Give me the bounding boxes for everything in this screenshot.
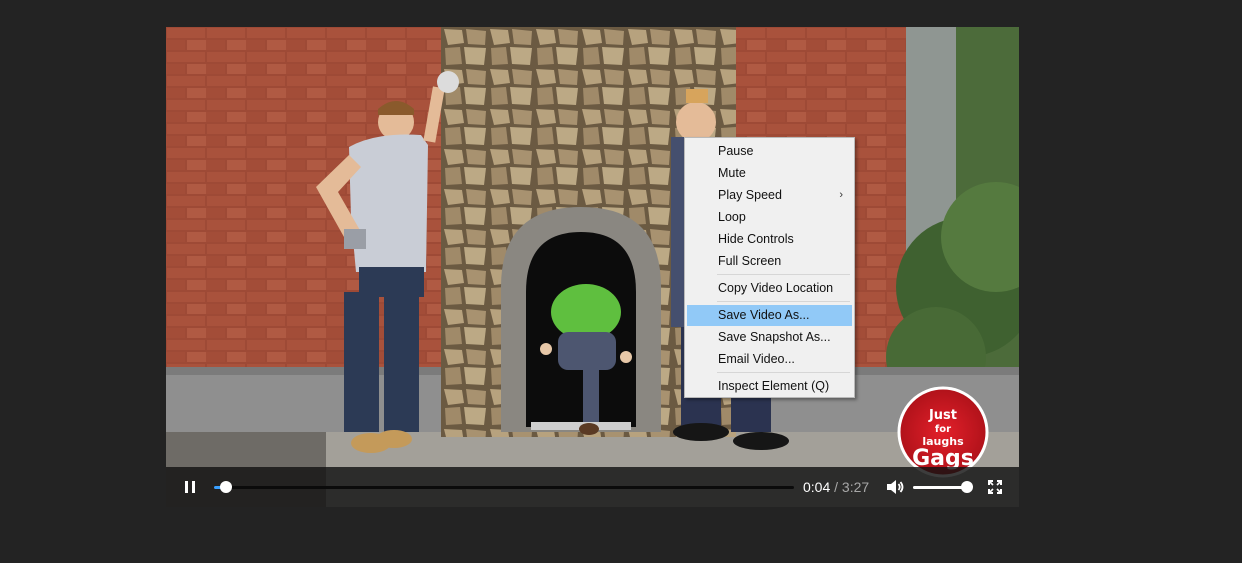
menu-item-play-speed[interactable]: Play Speed ›: [687, 185, 852, 206]
fullscreen-icon: [988, 480, 1002, 494]
progress-thumb[interactable]: [219, 481, 232, 493]
menu-label: Full Screen: [718, 254, 782, 268]
volume-fill: [913, 486, 967, 489]
menu-item-pause[interactable]: Pause: [687, 141, 852, 162]
menu-item-full-screen[interactable]: Full Screen: [687, 251, 852, 272]
menu-item-hide-controls[interactable]: Hide Controls: [687, 229, 852, 250]
chevron-right-icon: ›: [839, 189, 843, 201]
pause-button[interactable]: [178, 475, 202, 499]
menu-label: Mute: [718, 166, 746, 180]
menu-item-email-video[interactable]: Email Video...: [687, 349, 852, 370]
pause-icon: [185, 481, 195, 493]
logo-line2: for: [935, 424, 951, 435]
time-separator: /: [830, 479, 842, 495]
menu-item-copy-video-location[interactable]: Copy Video Location: [687, 278, 852, 299]
menu-label: Inspect Element (Q): [718, 379, 830, 393]
menu-label: Copy Video Location: [718, 281, 834, 295]
menu-item-inspect-element[interactable]: Inspect Element (Q): [687, 376, 852, 397]
progress-bar[interactable]: [214, 481, 794, 493]
menu-separator: [717, 372, 850, 373]
menu-item-save-snapshot-as[interactable]: Save Snapshot As...: [687, 327, 852, 348]
menu-item-mute[interactable]: Mute: [687, 163, 852, 184]
volume-slider[interactable]: [913, 481, 973, 493]
menu-item-save-video-as[interactable]: Save Video As...: [687, 305, 852, 326]
menu-item-loop[interactable]: Loop: [687, 207, 852, 228]
volume-thumb[interactable]: [960, 481, 973, 493]
logo-line1: Just: [928, 408, 957, 423]
volume-icon: [887, 480, 904, 494]
fullscreen-button[interactable]: [983, 475, 1007, 499]
video-controls: 0:04 / 3:27: [166, 467, 1019, 507]
menu-label: Hide Controls: [718, 232, 794, 246]
menu-label: Loop: [718, 210, 746, 224]
video-frame[interactable]: Just for laughs Gags: [166, 27, 1019, 507]
duration: 3:27: [841, 479, 870, 495]
video-player[interactable]: Just for laughs Gags 0:04 / 3:27: [166, 27, 1019, 507]
time-display: 0:04 / 3:27: [803, 479, 869, 495]
menu-separator: [717, 274, 850, 275]
menu-label: Play Speed: [718, 188, 782, 202]
menu-label: Email Video...: [718, 352, 795, 366]
menu-label: Save Snapshot As...: [718, 330, 831, 344]
menu-label: Pause: [718, 144, 754, 158]
menu-separator: [717, 301, 850, 302]
menu-label: Save Video As...: [718, 308, 810, 322]
context-menu: Pause Mute Play Speed › Loop Hide Control…: [684, 137, 855, 398]
current-time: 0:04: [803, 479, 831, 495]
mute-button[interactable]: [883, 475, 907, 499]
progress-track: [214, 486, 794, 489]
